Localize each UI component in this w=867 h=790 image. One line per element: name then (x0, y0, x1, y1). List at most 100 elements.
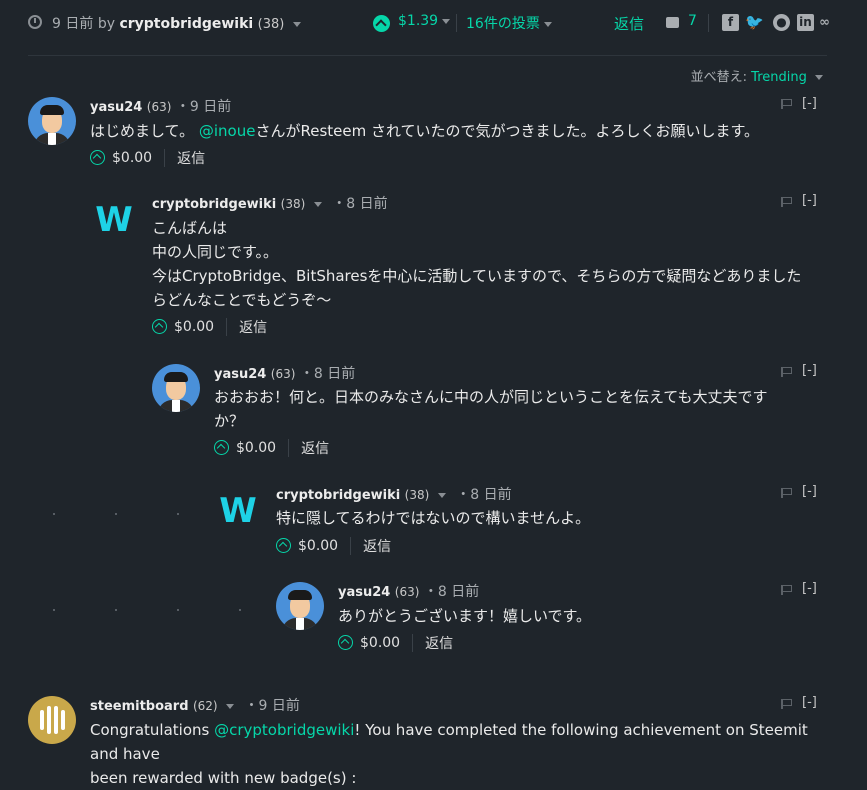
collapse-button[interactable]: [-] (802, 363, 817, 378)
flag-icon[interactable] (781, 699, 792, 709)
comment-meta: cryptobridgewiki (38) ・8 日前 (276, 484, 512, 504)
upvote-icon[interactable] (90, 150, 105, 165)
collapse-button[interactable]: [-] (802, 484, 817, 499)
comment-body: ありがとうございます！嬉しいです。 (338, 607, 592, 625)
author-dropdown-icon[interactable] (313, 201, 322, 207)
divider (28, 55, 827, 56)
reply-button[interactable]: 返信 (177, 148, 205, 168)
avatar[interactable] (28, 97, 76, 145)
reply-link[interactable]: 返信 (614, 13, 644, 34)
post-payout[interactable]: $1.39 (398, 13, 451, 29)
reply-button[interactable]: 返信 (239, 317, 267, 337)
comment-payout[interactable]: $0.00 (236, 440, 276, 456)
flag-icon[interactable] (781, 99, 792, 109)
comment-body: 特に隠してるわけではないので構いませんよ。 (276, 509, 591, 527)
divider (708, 14, 709, 32)
post-time: 9 日前 (52, 16, 94, 32)
author-dropdown-icon[interactable] (226, 703, 235, 709)
upvote-button[interactable] (373, 15, 390, 32)
comment-time[interactable]: ・8 日前 (300, 366, 355, 382)
thread-dot (53, 513, 55, 515)
thread-dot (115, 513, 117, 515)
comment-author[interactable]: steemitboard (90, 699, 189, 714)
collapse-button[interactable]: [-] (802, 581, 817, 596)
reddit-icon[interactable]: ● (773, 14, 790, 31)
comment-time[interactable]: ・8 日前 (456, 487, 511, 503)
comment-time[interactable]: ・9 日前 (176, 99, 231, 115)
avatar[interactable] (28, 696, 76, 744)
linkedin-icon[interactable]: in (797, 14, 814, 31)
author-dropdown-icon[interactable] (437, 492, 446, 498)
author-reputation: (63) (146, 100, 172, 114)
divider (456, 14, 457, 32)
author-reputation: (63) (270, 367, 296, 381)
comment-meta: steemitboard (62) ・9 日前 (90, 695, 300, 715)
comment-actions: $0.00 返信 (214, 437, 329, 457)
comments-icon[interactable] (666, 17, 679, 28)
comment-body: こんばんは 中の人同じです。。 今はCryptoBridge、BitShares… (152, 219, 802, 309)
facebook-icon[interactable]: f (722, 14, 739, 31)
comment-time[interactable]: ・8 日前 (332, 196, 387, 212)
author-dropdown-icon[interactable] (292, 21, 301, 27)
thread-dot (115, 609, 117, 611)
avatar[interactable] (276, 582, 324, 630)
votes-count[interactable]: 16件の投票 (466, 13, 552, 33)
author-reputation: (38) (280, 197, 306, 211)
sort-dropdown-icon[interactable] (815, 75, 823, 80)
avatar[interactable]: W (90, 194, 138, 242)
comment-author[interactable]: cryptobridgewiki (276, 488, 400, 503)
clock-icon (28, 15, 42, 29)
flag-icon[interactable] (781, 585, 792, 595)
flag-icon[interactable] (781, 197, 792, 207)
thread-dot (177, 609, 179, 611)
comment-meta: yasu24 (63) ・8 日前 (214, 363, 355, 383)
reply-button[interactable]: 返信 (301, 438, 329, 458)
comments-count[interactable]: 7 (688, 13, 697, 29)
comment-body: おおおお！何と。日本のみなさんに中の人が同じということを伝えても大丈夫です か？ (214, 388, 768, 430)
post-meta: 9 日前 by cryptobridgewiki (38) (52, 13, 301, 33)
author-reputation: (62) (192, 699, 218, 713)
comment-body: Congratulations @cryptobridgewiki! You h… (90, 721, 808, 787)
upvote-icon[interactable] (338, 635, 353, 650)
avatar[interactable]: W (214, 485, 262, 533)
upvote-icon[interactable] (214, 440, 229, 455)
comment-payout[interactable]: $0.00 (360, 635, 400, 651)
collapse-button[interactable]: [-] (802, 695, 817, 710)
mention-link[interactable]: @inoue (199, 122, 256, 140)
link-icon[interactable]: ∞ (816, 14, 833, 31)
comment-author[interactable]: yasu24 (338, 585, 390, 600)
sort-value[interactable]: Trending (751, 70, 807, 85)
comment-meta: yasu24 (63) ・8 日前 (338, 581, 479, 601)
post-author-link[interactable]: cryptobridgewiki (119, 16, 253, 32)
thread-dot (53, 609, 55, 611)
sort-selector[interactable]: 並べ替え: Trending (691, 66, 823, 85)
comment-time[interactable]: ・9 日前 (245, 698, 300, 714)
comment-author[interactable]: cryptobridgewiki (152, 197, 276, 212)
comment-payout[interactable]: $0.00 (298, 538, 338, 554)
mention-link[interactable]: @cryptobridgewiki (214, 721, 354, 739)
comment-time[interactable]: ・8 日前 (424, 584, 479, 600)
comment-actions: $0.00 返信 (152, 316, 267, 336)
votes-dropdown-icon[interactable] (543, 21, 552, 27)
post-footer-bar: 9 日前 by cryptobridgewiki (38) $1.39 16件の… (0, 0, 867, 46)
logo-w: W (219, 491, 257, 531)
flag-icon[interactable] (781, 488, 792, 498)
comment-author[interactable]: yasu24 (214, 367, 266, 382)
comment-payout[interactable]: $0.00 (112, 150, 152, 166)
upvote-icon[interactable] (152, 319, 167, 334)
collapse-button[interactable]: [-] (802, 96, 817, 111)
comment-author[interactable]: yasu24 (90, 100, 142, 115)
author-reputation: (38) (257, 17, 285, 32)
flag-icon[interactable] (781, 367, 792, 377)
reply-button[interactable]: 返信 (425, 633, 453, 653)
twitter-icon[interactable]: 🐦 (745, 14, 764, 31)
payout-dropdown-icon[interactable] (442, 18, 451, 24)
reply-button[interactable]: 返信 (363, 536, 391, 556)
comment-meta: yasu24 (63) ・9 日前 (90, 96, 231, 116)
upvote-icon[interactable] (276, 538, 291, 553)
thread-dot (239, 609, 241, 611)
avatar[interactable] (152, 364, 200, 412)
collapse-button[interactable]: [-] (802, 193, 817, 208)
sort-label: 並べ替え: (690, 70, 748, 85)
comment-payout[interactable]: $0.00 (174, 319, 214, 335)
